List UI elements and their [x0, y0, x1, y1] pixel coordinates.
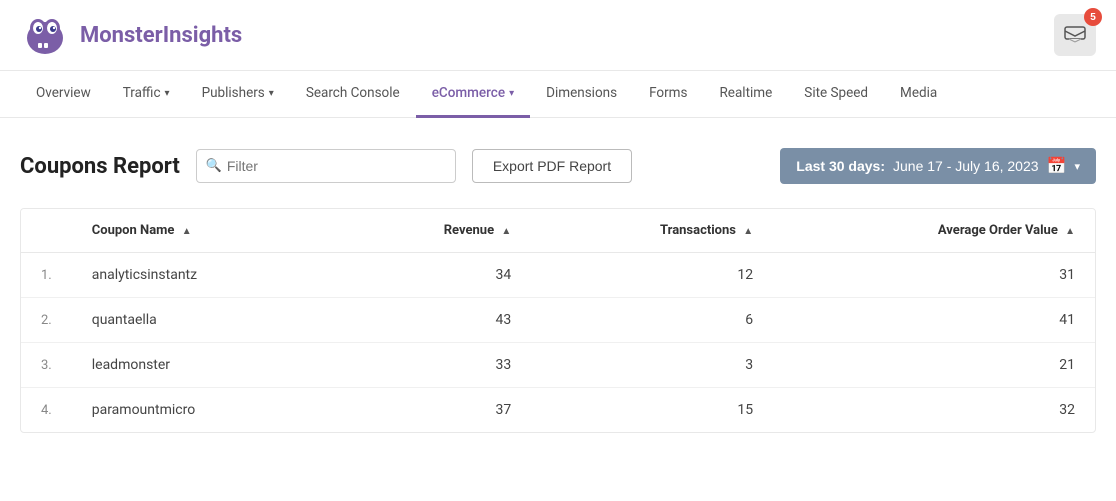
- sort-arrow-icon: ▲: [501, 226, 511, 237]
- row-number: 4.: [21, 388, 72, 433]
- sort-arrow-icon: ▲: [743, 226, 753, 237]
- chevron-down-icon: ▾: [269, 88, 274, 99]
- transactions-cell: 15: [531, 388, 773, 433]
- logo-text: MonsterInsights: [80, 23, 242, 48]
- avg-order-value-cell: 21: [773, 343, 1095, 388]
- export-pdf-button[interactable]: Export PDF Report: [472, 149, 632, 183]
- col-header-num: [21, 209, 72, 253]
- coupon-name-cell: quantaella: [72, 298, 336, 343]
- coupon-name-cell: leadmonster: [72, 343, 336, 388]
- nav-item-traffic[interactable]: Traffic ▾: [107, 71, 186, 118]
- table-row: 4. paramountmicro 37 15 32: [21, 388, 1095, 433]
- content-area: Coupons Report 🔍 Export PDF Report Last …: [0, 118, 1116, 463]
- row-number: 2.: [21, 298, 72, 343]
- transactions-cell: 3: [531, 343, 773, 388]
- date-range-button[interactable]: Last 30 days: June 17 - July 16, 2023 📅 …: [780, 148, 1096, 184]
- notification-button[interactable]: 5: [1054, 14, 1096, 56]
- search-icon: 🔍: [206, 159, 222, 174]
- table-body: 1. analyticsinstantz 34 12 31 2. quantae…: [21, 253, 1095, 433]
- avg-order-value-cell: 32: [773, 388, 1095, 433]
- nav-item-forms[interactable]: Forms: [633, 71, 703, 118]
- logo-insights: Insights: [163, 23, 243, 48]
- col-header-revenue[interactable]: Revenue ▲: [336, 209, 531, 253]
- row-number: 3.: [21, 343, 72, 388]
- revenue-cell: 34: [336, 253, 531, 298]
- nav-item-dimensions[interactable]: Dimensions: [530, 71, 633, 118]
- chevron-down-icon: ▾: [509, 88, 514, 99]
- filter-input-wrap: 🔍: [196, 149, 456, 183]
- coupon-name-cell: paramountmicro: [72, 388, 336, 433]
- inbox-icon: [1064, 26, 1086, 44]
- coupons-table-wrap: Coupon Name ▲ Revenue ▲ Transactions ▲ A…: [20, 208, 1096, 433]
- table-row: 3. leadmonster 33 3 21: [21, 343, 1095, 388]
- avg-order-value-cell: 41: [773, 298, 1095, 343]
- monster-logo-icon: [20, 10, 70, 60]
- nav-item-search-console[interactable]: Search Console: [290, 71, 416, 118]
- avg-order-value-cell: 31: [773, 253, 1095, 298]
- row-number: 1.: [21, 253, 72, 298]
- table-row: 1. analyticsinstantz 34 12 31: [21, 253, 1095, 298]
- sort-arrow-icon: ▲: [182, 226, 192, 237]
- report-title: Coupons Report: [20, 154, 180, 179]
- nav-item-media[interactable]: Media: [884, 71, 953, 118]
- table-header: Coupon Name ▲ Revenue ▲ Transactions ▲ A…: [21, 209, 1095, 253]
- transactions-cell: 6: [531, 298, 773, 343]
- col-header-transactions[interactable]: Transactions ▲: [531, 209, 773, 253]
- revenue-cell: 37: [336, 388, 531, 433]
- header-right: 5: [1054, 14, 1096, 56]
- nav-item-publishers[interactable]: Publishers ▾: [186, 71, 290, 118]
- coupon-name-cell: analyticsinstantz: [72, 253, 336, 298]
- table-row: 2. quantaella 43 6 41: [21, 298, 1095, 343]
- revenue-cell: 43: [336, 298, 531, 343]
- header: MonsterInsights 5: [0, 0, 1116, 71]
- nav-item-realtime[interactable]: Realtime: [703, 71, 788, 118]
- date-range-prefix: Last 30 days:: [796, 158, 885, 174]
- calendar-icon: 📅: [1047, 156, 1067, 176]
- transactions-cell: 12: [531, 253, 773, 298]
- coupons-table: Coupon Name ▲ Revenue ▲ Transactions ▲ A…: [21, 209, 1095, 432]
- nav-item-site-speed[interactable]: Site Speed: [788, 71, 884, 118]
- date-range-value: June 17 - July 16, 2023: [893, 158, 1039, 174]
- nav-item-ecommerce[interactable]: eCommerce ▾: [416, 71, 530, 118]
- notification-badge: 5: [1084, 8, 1102, 26]
- chevron-down-icon: ▾: [165, 88, 170, 99]
- chevron-down-icon: ▾: [1074, 160, 1080, 173]
- logo-monster: Monster: [80, 23, 163, 48]
- col-header-coupon-name[interactable]: Coupon Name ▲: [72, 209, 336, 253]
- main-nav: Overview Traffic ▾ Publishers ▾ Search C…: [0, 71, 1116, 118]
- logo-area: MonsterInsights: [20, 10, 242, 60]
- revenue-cell: 33: [336, 343, 531, 388]
- col-header-avg-order-value[interactable]: Average Order Value ▲: [773, 209, 1095, 253]
- sort-arrow-icon: ▲: [1065, 226, 1075, 237]
- report-header: Coupons Report 🔍 Export PDF Report Last …: [20, 148, 1096, 184]
- nav-item-overview[interactable]: Overview: [20, 71, 107, 118]
- filter-input[interactable]: [196, 149, 456, 183]
